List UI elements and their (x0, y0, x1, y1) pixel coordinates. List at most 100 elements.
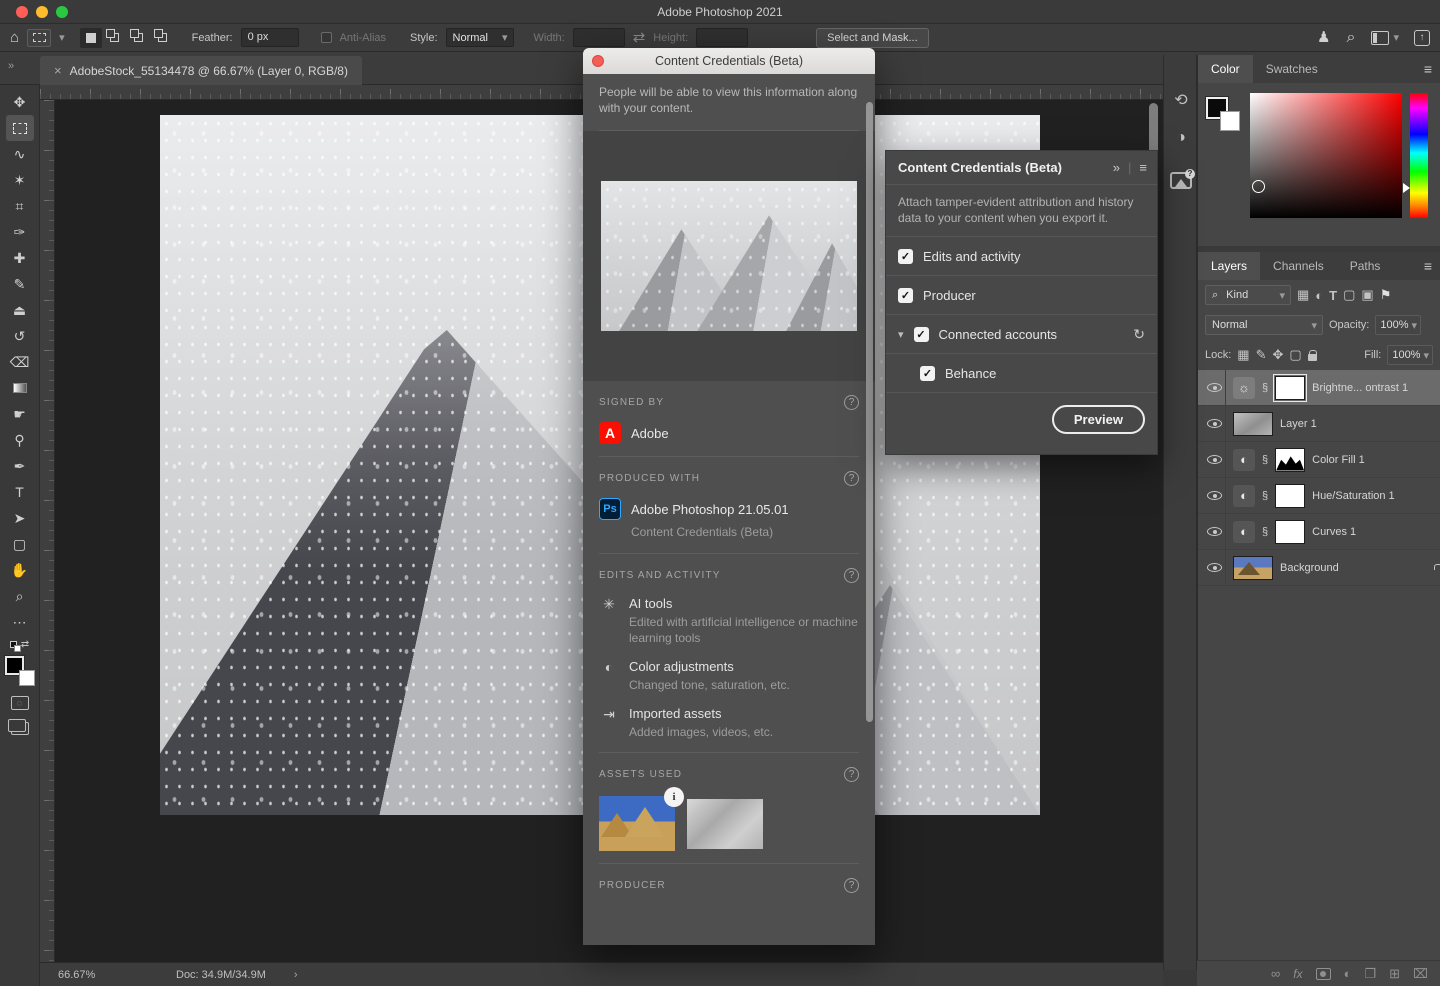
preview-button[interactable]: Preview (1052, 405, 1145, 434)
connected-accounts-chevron-icon[interactable]: ▾ (898, 328, 904, 341)
capture-person-icon[interactable]: ♟ (1317, 30, 1330, 45)
home-icon[interactable]: ⌂ (10, 30, 19, 45)
lock-transparent-pixels-icon[interactable]: ▦ (1237, 347, 1249, 363)
pen-tool[interactable]: ✒ (6, 453, 34, 479)
link-layers-icon[interactable]: ∞ (1271, 966, 1280, 981)
share-icon[interactable]: ↑ (1414, 30, 1430, 46)
move-tool[interactable]: ✥ (6, 89, 34, 115)
tab-color[interactable]: Color (1198, 55, 1253, 83)
visibility-toggle[interactable] (1204, 550, 1226, 585)
blend-mode-select[interactable]: Normal▾ (1205, 315, 1323, 335)
lock-artboard-icon[interactable]: ▢ (1289, 347, 1301, 363)
rectangular-marquee-tool[interactable] (6, 115, 34, 141)
hue-slider-handle[interactable] (1403, 183, 1410, 193)
content-credentials-panel-icon[interactable]: ? (1164, 163, 1198, 197)
quick-mask-button[interactable]: ◌ (11, 696, 29, 710)
brightness-contrast-icon[interactable]: ☼ (1233, 377, 1255, 399)
style-select[interactable]: Normal▾ (446, 28, 514, 47)
visibility-toggle[interactable] (1204, 370, 1226, 405)
filter-adjustment-layers-icon[interactable]: ◐ (1315, 288, 1323, 303)
filter-pin-icon[interactable]: ⚑ (1380, 287, 1392, 303)
layer-row-curves[interactable]: ◐ § Curves 1 (1198, 514, 1440, 550)
filter-shape-layers-icon[interactable]: ▢ (1343, 287, 1355, 303)
cc-option-edits-activity[interactable]: ✓ Edits and activity (886, 237, 1157, 276)
healing-brush-tool[interactable]: ✚ (6, 245, 34, 271)
layer-name[interactable]: Brightne... ontrast 1 (1312, 382, 1408, 394)
producer-help-icon[interactable]: ? (844, 878, 859, 893)
behance-checkbox[interactable]: ✓ (920, 366, 935, 381)
history-panel-icon[interactable]: ⟲ (1164, 83, 1198, 117)
new-layer-icon[interactable]: ⊞ (1389, 966, 1400, 982)
zoom-tool[interactable]: ⌕ (6, 583, 34, 609)
filter-kind-select[interactable]: ⌕Kind▾ (1205, 285, 1291, 305)
dialog-scrollbar[interactable] (866, 102, 873, 722)
adjustment-layer-icon[interactable]: ◐ (1233, 449, 1255, 471)
workspace-switcher[interactable]: ▾ (1371, 31, 1398, 45)
cc-option-connected-accounts[interactable]: ▾ ✓ Connected accounts ↻ (886, 315, 1157, 354)
color-panel-chips[interactable] (1206, 97, 1240, 131)
height-input[interactable] (696, 28, 748, 47)
document-tab[interactable]: × AdobeStock_55134478 @ 66.67% (Layer 0,… (40, 56, 362, 85)
anti-alias-checkbox[interactable] (321, 32, 332, 43)
tab-channels[interactable]: Channels (1260, 252, 1337, 280)
layer-mask-thumbnail[interactable] (1275, 376, 1305, 400)
swap-colors-control[interactable]: ⇄ (10, 639, 29, 650)
close-tab-icon[interactable]: × (54, 63, 62, 78)
color-panel-menu-icon[interactable]: ≡ (1424, 61, 1432, 77)
zoom-level-field[interactable]: 66.67% (58, 969, 128, 981)
path-selection-tool[interactable]: ➤ (6, 505, 34, 531)
intersect-selection-button[interactable] (152, 28, 174, 48)
layer-name[interactable]: Hue/Saturation 1 (1312, 490, 1395, 502)
rectangle-shape-tool[interactable]: ▢ (6, 531, 34, 557)
add-layer-mask-icon[interactable] (1316, 968, 1331, 980)
color-cursor[interactable] (1252, 180, 1265, 193)
feather-input[interactable]: 0 px (241, 28, 299, 47)
produced-with-help-icon[interactable]: ? (844, 471, 859, 486)
hand-tool[interactable]: ✋ (6, 557, 34, 583)
add-to-selection-button[interactable] (104, 28, 126, 48)
cc-option-producer[interactable]: ✓ Producer (886, 276, 1157, 315)
select-and-mask-button[interactable]: Select and Mask... (816, 28, 929, 48)
layer-effects-icon[interactable]: fx (1293, 967, 1302, 981)
smudge-tool[interactable]: ☛ (6, 401, 34, 427)
magic-wand-tool[interactable]: ✶ (6, 167, 34, 193)
tab-overflow-icon[interactable]: » (8, 60, 13, 72)
lock-image-pixels-icon[interactable]: ✎ (1256, 347, 1267, 363)
crop-tool[interactable]: ⌗ (6, 193, 34, 219)
gradient-tool[interactable] (6, 375, 34, 401)
swap-dimensions-icon[interactable]: ⇄ (633, 30, 646, 45)
visibility-toggle[interactable] (1204, 514, 1226, 549)
width-input[interactable] (573, 28, 625, 47)
cc-panel-collapse-icon[interactable]: » (1113, 160, 1120, 175)
foreground-background-colors[interactable] (5, 656, 35, 686)
filter-smart-objects-icon[interactable]: ▣ (1361, 287, 1373, 303)
cc-option-behance[interactable]: ✓ Behance (886, 354, 1157, 393)
adjustment-layer-icon[interactable]: ◐ (1233, 485, 1255, 507)
eraser-tool[interactable]: ⌫ (6, 349, 34, 375)
layer-mask-thumbnail[interactable] (1275, 448, 1305, 472)
clone-stamp-tool[interactable]: ⏏ (6, 297, 34, 323)
layer-row-brightness-contrast[interactable]: ☼ § Brightne... ontrast 1 (1198, 370, 1440, 406)
layer-thumbnail[interactable] (1233, 412, 1273, 436)
history-brush-tool[interactable]: ↺ (6, 323, 34, 349)
layer-row-layer1[interactable]: Layer 1 (1198, 406, 1440, 442)
edits-activity-checkbox[interactable]: ✓ (898, 249, 913, 264)
layer-mask-thumbnail[interactable] (1275, 484, 1305, 508)
layer-name[interactable]: Layer 1 (1280, 418, 1317, 430)
new-selection-button[interactable] (80, 28, 102, 48)
brush-tool[interactable]: ✎ (6, 271, 34, 297)
layer-row-color-fill[interactable]: ◐ § Color Fill 1 (1198, 442, 1440, 478)
fill-field[interactable]: 100%▾ (1387, 345, 1433, 365)
edits-activity-help-icon[interactable]: ? (844, 568, 859, 583)
lasso-tool[interactable]: ∿ (6, 141, 34, 167)
edit-toolbar-button[interactable]: ⋯ (6, 609, 34, 635)
layer-name[interactable]: Color Fill 1 (1312, 454, 1365, 466)
eyedropper-tool[interactable]: ✑ (6, 219, 34, 245)
dodge-tool[interactable]: ⚲ (6, 427, 34, 453)
tab-paths[interactable]: Paths (1337, 252, 1394, 280)
status-chevron-icon[interactable]: › (294, 969, 298, 981)
layer-row-hue-saturation[interactable]: ◐ § Hue/Saturation 1 (1198, 478, 1440, 514)
producer-checkbox[interactable]: ✓ (898, 288, 913, 303)
signed-by-help-icon[interactable]: ? (844, 395, 859, 410)
visibility-toggle[interactable] (1204, 406, 1226, 441)
